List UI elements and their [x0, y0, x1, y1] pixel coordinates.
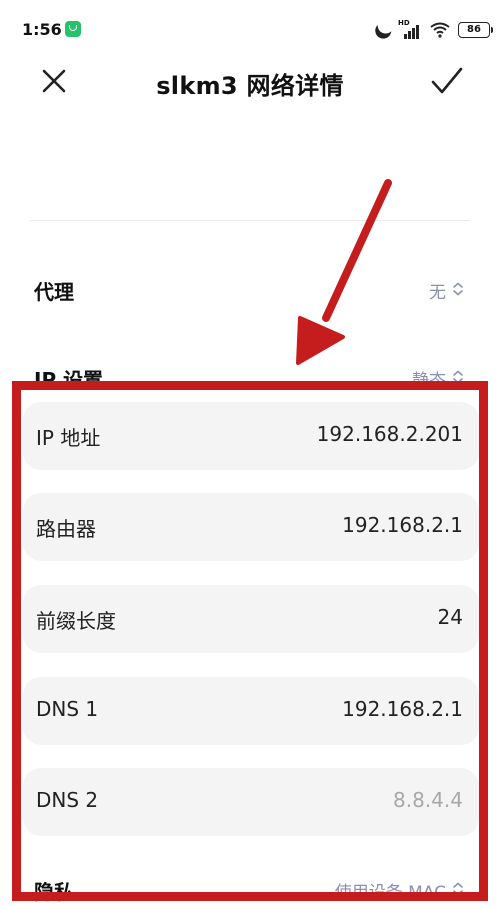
status-time: 1:56: [22, 20, 62, 39]
status-bar: 1:56 HD 86: [0, 0, 500, 60]
setting-value: 无: [429, 283, 446, 303]
wifi-icon: [430, 22, 450, 38]
app-notification-icon: [65, 21, 81, 37]
status-icons: HD 86: [374, 15, 493, 42]
check-icon[interactable]: [429, 64, 465, 98]
divider: [30, 220, 470, 221]
annotation-highlight-box: [12, 381, 488, 901]
chevron-updown-icon: [453, 282, 463, 296]
page-title: slkm3 网络详情: [156, 72, 344, 100]
battery-icon: 86: [458, 22, 493, 38]
setting-row-proxy[interactable]: 代理 无: [34, 268, 464, 308]
signal-icon: HD: [398, 19, 422, 39]
header: slkm3 网络详情: [0, 54, 500, 114]
setting-label: 代理: [34, 280, 74, 304]
moon-icon: [375, 15, 396, 36]
